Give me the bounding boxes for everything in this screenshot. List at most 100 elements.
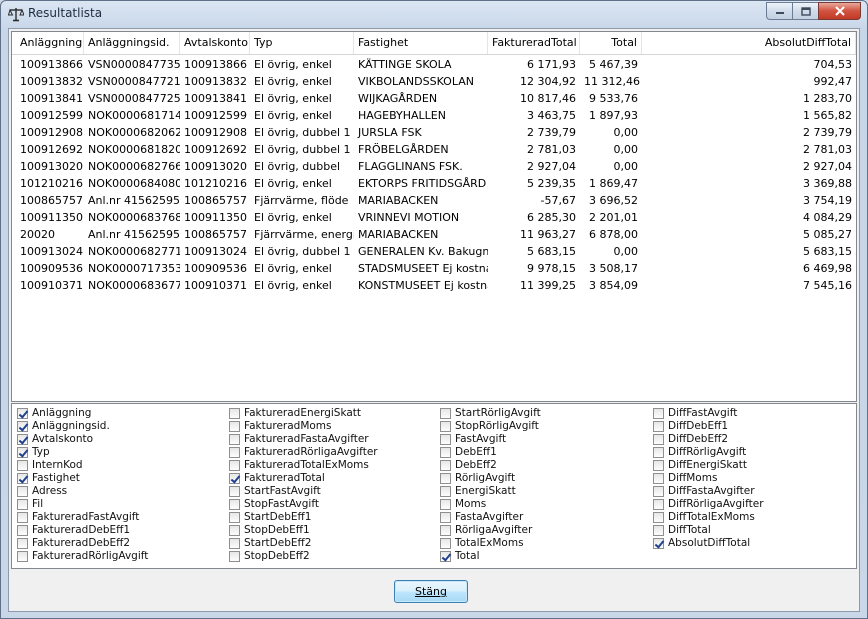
close-window-button[interactable]	[818, 2, 861, 20]
column-header-typ[interactable]: Typ	[250, 32, 354, 54]
checkbox-checked[interactable]	[17, 447, 28, 458]
checkbox-checked[interactable]	[17, 434, 28, 445]
checkbox-unchecked[interactable]	[17, 486, 28, 497]
cell-absolut-diff-total: 2 927,04	[803, 160, 852, 173]
checkbox-label: Adress	[32, 485, 68, 497]
table-row[interactable]: 100912908 NOK0000682062 100912908 El övrig,…	[12, 124, 856, 141]
checkbox-unchecked[interactable]	[229, 551, 240, 562]
cell-absolut-diff-total: 5 085,27	[803, 228, 852, 241]
column-header-anlaggning[interactable]: Anläggning	[16, 32, 84, 54]
checkbox-unchecked[interactable]	[229, 525, 240, 536]
column-header-fastighet[interactable]: Fastighet	[354, 32, 488, 54]
checkbox-unchecked[interactable]	[440, 486, 451, 497]
table-row[interactable]: 100865757 Anl.nr 41562595 100865757 Fjärrvä…	[12, 192, 856, 209]
checkbox-unchecked[interactable]	[17, 538, 28, 549]
table-row[interactable]: 100912599 NOK0000681714 100912599 El övrig,…	[12, 107, 856, 124]
checkbox-unchecked[interactable]	[229, 434, 240, 445]
checkbox-unchecked[interactable]	[440, 512, 451, 523]
cell-absolut-diff-total: 3 754,19	[803, 194, 852, 207]
checkbox-unchecked[interactable]	[653, 499, 664, 510]
table-row[interactable]: 100909536 NOK0000717353 100909536 El övrig,…	[12, 260, 856, 277]
checkbox-unchecked[interactable]	[440, 447, 451, 458]
column-header-anlaggningsid[interactable]: Anläggningsid.	[84, 32, 180, 54]
checkbox-unchecked[interactable]	[653, 447, 664, 458]
checkbox-unchecked[interactable]	[653, 421, 664, 432]
checkbox-unchecked[interactable]	[229, 408, 240, 419]
checkbox-checked[interactable]	[17, 421, 28, 432]
checkbox-checked[interactable]	[17, 473, 28, 484]
title-bar[interactable]: Resultatlista	[1, 1, 867, 27]
column-selector: Anläggning Anläggningsid. Avtalskonto Typ In…	[11, 403, 857, 569]
cell-anlaggningsid: Anl.nr 41562595	[88, 194, 180, 207]
checkbox-unchecked[interactable]	[229, 512, 240, 523]
checkbox-unchecked[interactable]	[229, 486, 240, 497]
cell-total: 3 854,09	[589, 279, 638, 292]
checkbox-unchecked[interactable]	[17, 460, 28, 471]
minimize-button[interactable]	[766, 2, 792, 20]
checkbox-unchecked[interactable]	[440, 408, 451, 419]
cell-anlaggningsid: NOK0000683677	[88, 279, 180, 292]
results-grid[interactable]: Anläggning Anläggningsid. Avtalskonto Typ Fa…	[11, 31, 857, 402]
checkbox-checked[interactable]	[229, 473, 240, 484]
table-row[interactable]: 101210216 NOK0000684080 101210216 El övrig,…	[12, 175, 856, 192]
table-row[interactable]: 100911350 NOK0000683768 100911350 El övrig,…	[12, 209, 856, 226]
cell-typ: El övrig, enkel	[254, 58, 332, 71]
cell-avtalskonto: 100910371	[184, 279, 247, 292]
close-button[interactable]: Stäng	[394, 580, 468, 603]
checkbox-unchecked[interactable]	[653, 460, 664, 471]
checkbox-unchecked[interactable]	[440, 460, 451, 471]
checkbox-unchecked[interactable]	[440, 525, 451, 536]
table-row[interactable]: 100913020 NOK0000682766 100913020 El övrig,…	[12, 158, 856, 175]
checkbox-unchecked[interactable]	[17, 525, 28, 536]
cell-typ: El övrig, enkel	[254, 75, 332, 88]
table-row[interactable]: 100913832 VSN0000847721 100913832 El övrig,…	[12, 73, 856, 90]
table-row[interactable]: 100913024 NOK0000682771 100913024 El övrig,…	[12, 243, 856, 260]
checkbox-unchecked[interactable]	[440, 538, 451, 549]
cell-typ: El övrig, enkel	[254, 92, 332, 105]
checkbox-unchecked[interactable]	[229, 538, 240, 549]
checkbox-unchecked[interactable]	[229, 499, 240, 510]
checkbox-unchecked[interactable]	[229, 421, 240, 432]
checkbox-checked[interactable]	[17, 408, 28, 419]
checkbox-label: Avtalskonto	[32, 433, 94, 445]
cell-avtalskonto: 100911350	[184, 211, 247, 224]
cell-fakturerad-total: 12 304,92	[520, 75, 576, 88]
table-row[interactable]: 20020 Anl.nr 41562595 100865757 Fjärrvärme,…	[12, 226, 856, 243]
cell-anlaggningsid: NOK0000684080	[88, 177, 180, 190]
table-row[interactable]: 100912692 NOK0000681820 100912692 El övrig,…	[12, 141, 856, 158]
checkbox-unchecked[interactable]	[653, 473, 664, 484]
maximize-button[interactable]	[792, 2, 818, 20]
checkbox-unchecked[interactable]	[653, 486, 664, 497]
column-header-fakturerad-total[interactable]: FaktureradTotal	[488, 32, 580, 54]
column-header-total[interactable]: Total	[580, 32, 642, 54]
checkbox-label: FaktureradFastaAvgifter	[244, 433, 369, 445]
cell-fastighet: KÄTTINGE SKOLA	[358, 58, 452, 71]
checkbox-unchecked[interactable]	[653, 408, 664, 419]
checkbox-unchecked[interactable]	[440, 473, 451, 484]
checkbox-label: FastaAvgifter	[455, 511, 524, 523]
checkbox-unchecked[interactable]	[440, 434, 451, 445]
checkbox-unchecked[interactable]	[17, 551, 28, 562]
client-area: Anläggning Anläggningsid. Avtalskonto Typ Fa…	[8, 28, 860, 612]
checkbox-unchecked[interactable]	[653, 512, 664, 523]
checkbox-unchecked[interactable]	[653, 434, 664, 445]
grid-header: Anläggning Anläggningsid. Avtalskonto Typ Fa…	[12, 32, 856, 55]
checkbox-unchecked[interactable]	[17, 512, 28, 523]
checkbox-label: FaktureradRörligAvgift	[32, 550, 149, 562]
checkbox-checked[interactable]	[440, 551, 451, 562]
checkbox-unchecked[interactable]	[17, 499, 28, 510]
column-header-avtalskonto[interactable]: Avtalskonto	[180, 32, 250, 54]
column-header-absolut-diff-total[interactable]: AbsolutDiffTotal	[642, 32, 856, 54]
table-row[interactable]: 100910371 NOK0000683677 100910371 El övrig,…	[12, 277, 856, 294]
table-row[interactable]: 100913866 VSN0000847735 100913866 El övrig,…	[12, 56, 856, 73]
checkbox-unchecked[interactable]	[440, 499, 451, 510]
cell-typ: El övrig, enkel	[254, 177, 332, 190]
checkbox-unchecked[interactable]	[653, 525, 664, 536]
cell-fastighet: MARIABACKEN	[358, 194, 439, 207]
checkbox-unchecked[interactable]	[229, 460, 240, 471]
checkbox-unchecked[interactable]	[229, 447, 240, 458]
cell-anlaggningsid: NOK0000682062	[88, 126, 180, 139]
checkbox-unchecked[interactable]	[440, 421, 451, 432]
table-row[interactable]: 100913841 VSN0000847725 100913841 El övrig,…	[12, 90, 856, 107]
checkbox-checked[interactable]	[653, 538, 664, 549]
